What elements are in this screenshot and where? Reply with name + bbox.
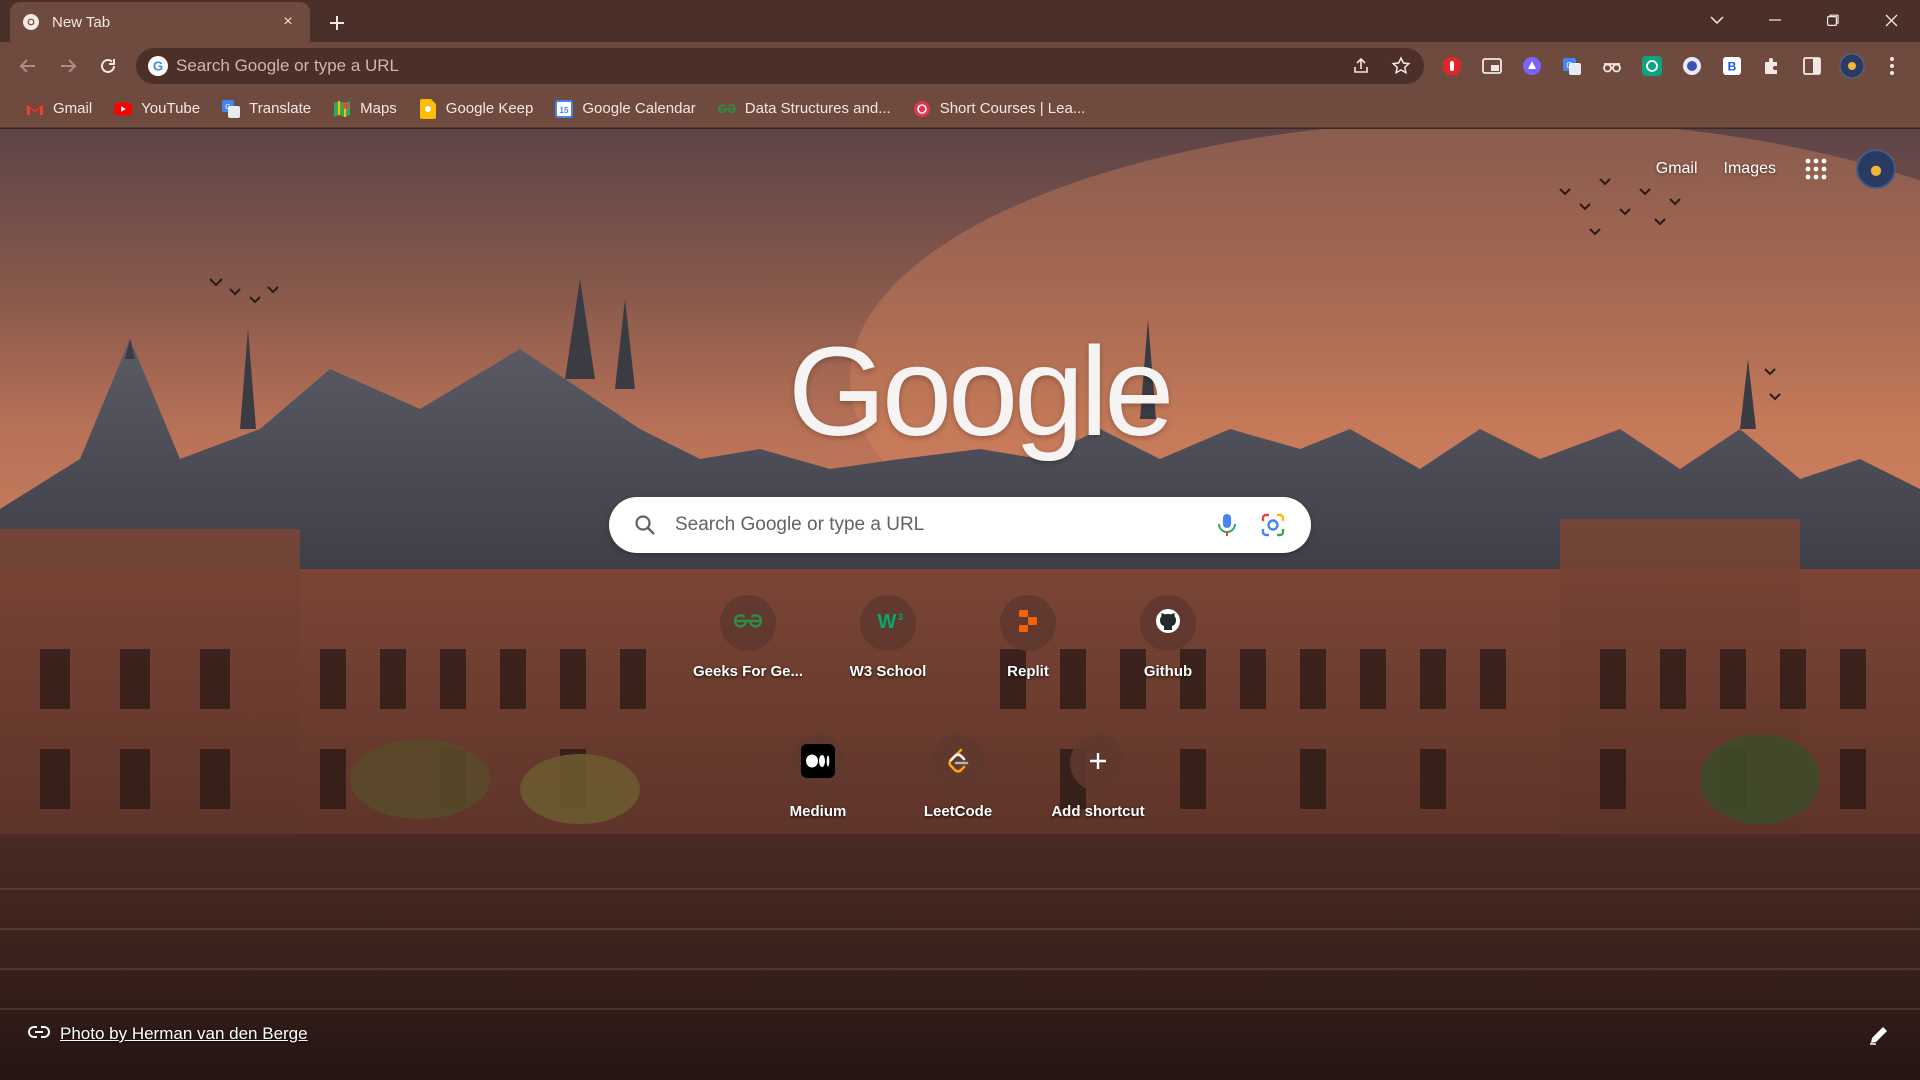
tab-title: New Tab: [52, 13, 111, 31]
address-bar[interactable]: G Search Google or type a URL: [136, 48, 1424, 84]
chrome-icon: [22, 13, 40, 31]
bookmark-translate[interactable]: G Translate: [214, 94, 319, 124]
chatgpt-icon[interactable]: [1638, 52, 1666, 80]
google-logo: Google: [788, 321, 1174, 462]
tab-strip: New Tab ×: [0, 0, 1920, 42]
bookmark-google-keep[interactable]: Google Keep: [411, 94, 542, 124]
w3schools-icon: W3: [873, 610, 903, 637]
search-placeholder: Search Google or type a URL: [675, 514, 925, 535]
calendar-icon: 15: [555, 99, 574, 118]
photo-credit-link[interactable]: Photo by Herman van den Berge: [28, 1024, 308, 1044]
address-bar-placeholder: Search Google or type a URL: [176, 56, 400, 75]
shortcut-medium[interactable]: Medium: [762, 735, 874, 847]
side-panel-icon[interactable]: [1798, 52, 1826, 80]
youtube-icon: [114, 100, 133, 118]
gmail-link[interactable]: Gmail: [1656, 160, 1698, 178]
svg-text:G: G: [225, 104, 230, 111]
window-controls: [1688, 0, 1920, 40]
back-icon[interactable]: [8, 46, 48, 86]
background-photo: [0, 129, 1920, 1080]
courses-icon: [913, 100, 931, 118]
bookmark-star-icon[interactable]: [1388, 53, 1414, 79]
forward-icon[interactable]: [48, 46, 88, 86]
svg-text:15: 15: [560, 106, 569, 115]
svg-text:B: B: [1728, 60, 1737, 74]
voice-search-icon[interactable]: [1213, 511, 1241, 539]
b-extension-icon[interactable]: B: [1718, 52, 1746, 80]
svg-text:G: G: [1566, 61, 1572, 70]
plus-icon: [1087, 750, 1109, 777]
picture-in-picture-icon[interactable]: [1478, 52, 1506, 80]
gfg-icon: [717, 100, 736, 118]
adblock-icon[interactable]: [1438, 52, 1466, 80]
link-icon: [28, 1025, 50, 1044]
images-link[interactable]: Images: [1724, 160, 1776, 178]
account-avatar[interactable]: [1856, 149, 1896, 189]
github-icon: [1154, 607, 1182, 640]
svg-text:W: W: [878, 611, 897, 632]
bookmark-maps[interactable]: Maps: [325, 94, 405, 124]
close-tab-icon[interactable]: ×: [278, 12, 298, 32]
blue-extension-icon[interactable]: [1678, 52, 1706, 80]
customize-pencil-icon[interactable]: [1868, 1024, 1892, 1048]
bookmark-google-calendar[interactable]: 15 Google Calendar: [547, 94, 703, 124]
profile-avatar-icon[interactable]: [1838, 52, 1866, 80]
ntp-header-links: Gmail Images: [1656, 149, 1896, 189]
shortcut-replit[interactable]: Replit: [972, 595, 1084, 707]
google-apps-icon[interactable]: [1802, 155, 1830, 183]
svg-text:G: G: [153, 59, 163, 74]
tab-search-chevron-icon[interactable]: [1688, 0, 1746, 40]
shortcut-leetcode[interactable]: LeetCode: [902, 735, 1014, 847]
search-icon: [633, 513, 657, 537]
minimize-icon[interactable]: [1746, 0, 1804, 40]
sider-ai-icon[interactable]: [1518, 52, 1546, 80]
tab-new-tab[interactable]: New Tab ×: [10, 2, 310, 42]
bookmarks-bar: Gmail YouTube G Translate Maps Google Ke…: [0, 90, 1920, 128]
svg-text:3: 3: [898, 612, 903, 622]
chrome-menu-icon[interactable]: [1878, 52, 1906, 80]
shortcut-geeks-for-geeks[interactable]: Geeks For Ge...: [692, 595, 804, 707]
keep-icon: [419, 98, 437, 119]
extensions-puzzle-icon[interactable]: [1758, 52, 1786, 80]
ntp-search-box[interactable]: Search Google or type a URL: [609, 497, 1311, 553]
bookmark-short-courses[interactable]: Short Courses | Lea...: [905, 94, 1094, 124]
bookmark-gmail[interactable]: Gmail: [18, 94, 100, 124]
google-translate-icon[interactable]: G: [1558, 52, 1586, 80]
toolbar: G Search Google or type a URL G B: [0, 42, 1920, 90]
maps-icon: [333, 100, 351, 118]
restore-icon[interactable]: [1804, 0, 1862, 40]
shortcut-github[interactable]: Github: [1112, 595, 1224, 707]
new-tab-page: Gmail Images Google Search Google or typ…: [0, 129, 1920, 1080]
gmail-icon: [26, 100, 44, 118]
replit-icon: [1017, 609, 1039, 638]
geeksforgeeks-icon: [733, 612, 763, 635]
translate-icon: G: [222, 99, 241, 118]
google-g-icon: G: [148, 56, 168, 76]
reload-icon[interactable]: [88, 46, 128, 86]
bookmark-data-structures[interactable]: Data Structures and...: [710, 94, 899, 124]
share-icon[interactable]: [1348, 53, 1374, 79]
new-tab-button[interactable]: [322, 8, 352, 38]
close-window-icon[interactable]: [1862, 0, 1920, 40]
bookmark-youtube[interactable]: YouTube: [106, 94, 208, 124]
leetcode-icon: [945, 747, 971, 780]
spy-glasses-icon[interactable]: [1598, 52, 1626, 80]
medium-icon: [801, 743, 835, 783]
shortcut-w3-school[interactable]: W3 W3 School: [832, 595, 944, 707]
extensions-row: G B: [1438, 46, 1906, 86]
google-lens-icon[interactable]: [1259, 511, 1287, 539]
shortcut-add[interactable]: Add shortcut: [1042, 735, 1154, 847]
